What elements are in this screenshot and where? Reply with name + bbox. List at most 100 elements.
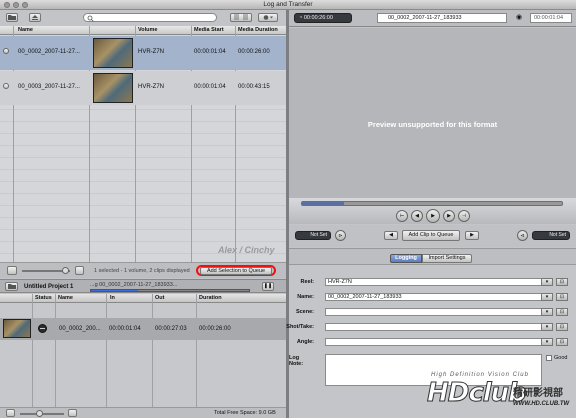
clip-menu-icon[interactable]: ◉ (516, 13, 527, 23)
close-window-button[interactable] (4, 2, 10, 8)
clip-name-field[interactable]: 00_0002_2007-11-27_183933 (377, 13, 507, 23)
mark-out-button[interactable]: ⊣ (458, 210, 470, 222)
clip-media-start: 00:00:01:04 (194, 84, 226, 90)
browser-footer: 1 selected - 1 volume, 2 clips displayed… (0, 262, 286, 278)
queue-column-name[interactable]: Name (58, 294, 73, 303)
column-name[interactable]: Name (18, 26, 33, 35)
window-controls[interactable] (4, 2, 28, 8)
eject-icon (32, 15, 38, 20)
clip-thumbnail (93, 73, 133, 103)
stamp-icon: ⊡ (559, 324, 565, 330)
play-button[interactable]: ▶ (426, 209, 440, 223)
scrubber-bar[interactable] (301, 201, 563, 206)
queue-list: Status Name In Out Duration 00_0002_200.… (0, 294, 286, 407)
clip-row[interactable]: 00_0003_2007-11-27... HVR-Z7N 00:00:01:0… (0, 71, 286, 105)
thumbnail-large-button[interactable] (75, 266, 84, 275)
clip-media-duration: 00:00:26:00 (238, 49, 270, 55)
minimize-window-button[interactable] (13, 2, 19, 8)
queue-thumb-small-button[interactable] (6, 409, 15, 417)
clip-row[interactable]: 00_0002_2007-11-27... HVR-Z7N 00:00:01:0… (0, 36, 286, 70)
timecode-field[interactable]: 00:00:01:04 (530, 13, 572, 23)
name-label: Name: (297, 294, 314, 300)
watermark-text: Alex / Cinchy (218, 245, 275, 255)
action-menu-button[interactable] (258, 13, 278, 22)
thumbnail-slider-knob[interactable] (62, 267, 69, 274)
duration-field[interactable]: ◔ 00:00:26:00 (294, 13, 352, 23)
queue-column-out[interactable]: Out (155, 294, 164, 303)
queue-footer: Total Free Space: 9.0 GB (0, 407, 286, 418)
angle-stamp-button[interactable]: ⊡ (556, 338, 568, 346)
column-media-start[interactable]: Media Start (194, 26, 224, 35)
watermark-chinese: 精研影視部 (513, 388, 563, 399)
folder-icon (7, 284, 16, 289)
watermark-url: WWW.HD.CLUB.TW (513, 401, 570, 407)
go-to-out-button[interactable]: ⊲ (517, 230, 528, 241)
queue-column-status[interactable]: Status (35, 294, 52, 303)
chevron-down-icon: ▾ (545, 339, 549, 345)
scene-menu-button[interactable]: ▾ (541, 308, 553, 316)
viewer-toolbar: ◔ 00:00:26:00 00_0002_2007-11-27_183933 … (289, 10, 576, 27)
next-clip-button[interactable]: ▶ (465, 231, 479, 240)
angle-label: Angle: (296, 339, 314, 345)
step-back-button[interactable]: ◀ (411, 210, 423, 222)
queue-column-duration[interactable]: Duration (199, 294, 222, 303)
preview-message: Preview unsupported for this format (367, 120, 498, 129)
thumbnail-size-button[interactable] (7, 266, 17, 275)
stamp-icon: ⊡ (559, 309, 565, 315)
folder-button[interactable] (6, 13, 18, 22)
queue-column-in[interactable]: In (110, 294, 115, 303)
scene-stamp-button[interactable]: ⊡ (556, 308, 568, 316)
transfer-progress-fill (91, 290, 139, 291)
good-checkbox[interactable] (546, 355, 552, 361)
name-stamp-button[interactable]: ⊡ (556, 293, 568, 301)
reel-field[interactable]: HVR-Z7N (325, 278, 549, 286)
scrubber-fill (302, 202, 344, 205)
mark-in-icon: ⊢ (399, 213, 405, 219)
out-point-field[interactable]: Not Set (532, 231, 570, 240)
angle-menu-button[interactable]: ▾ (541, 338, 553, 346)
arrow-right-icon: ▶ (470, 232, 474, 238)
folder-icon (8, 15, 16, 20)
add-selection-to-queue-button[interactable]: Add Selection to Queue (200, 267, 272, 275)
angle-field[interactable] (325, 338, 549, 346)
previous-clip-button[interactable]: ◀ (384, 231, 398, 240)
view-toggle-button[interactable] (230, 13, 252, 22)
column-media-duration[interactable]: Media Duration (238, 26, 278, 35)
shot-take-stamp-button[interactable]: ⊡ (556, 323, 568, 331)
queue-thumb-large-button[interactable] (68, 409, 77, 417)
queue-header: Untitled Project 1 ...g 00_0002_2007-11-… (0, 279, 286, 293)
in-point-field[interactable]: Not Set (295, 231, 331, 240)
shot-take-label: Shot/Take: (286, 324, 314, 330)
mark-in-button[interactable]: ⊢ (396, 210, 408, 222)
reel-menu-button[interactable]: ▾ (541, 278, 553, 286)
good-label: Good (554, 355, 568, 361)
name-menu-button[interactable]: ▾ (541, 293, 553, 301)
hdclub-watermark: High Definition Vision Club HDclub 精研影視部… (427, 372, 572, 418)
scene-field[interactable] (325, 308, 549, 316)
queue-slider-knob[interactable] (36, 410, 43, 417)
tab-import-settings[interactable]: Import Settings (422, 254, 472, 263)
go-to-in-button[interactable]: ⊳ (335, 230, 346, 241)
eject-button[interactable] (29, 13, 41, 22)
step-forward-button[interactable]: ▶ (443, 210, 455, 222)
transport-bar: ⊢ ◀ ▶ ▶ ⊣ (289, 198, 576, 224)
viewer-pane: ◔ 00:00:26:00 00_0002_2007-11-27_183933 … (286, 10, 576, 418)
name-field[interactable]: 00_0002_2007-11-27_183933 (325, 293, 549, 301)
search-field[interactable] (83, 13, 217, 22)
add-clip-to-queue-button[interactable]: Add Clip to Queue (402, 230, 460, 241)
project-name: Untitled Project 1 (24, 284, 74, 290)
reel-stamp-button[interactable]: ⊡ (556, 278, 568, 286)
queue-row[interactable]: 00_0002_200... 00:00:01:04 00:00:27:03 0… (0, 318, 286, 340)
tab-logging[interactable]: Logging (390, 254, 422, 263)
chevron-down-icon: ▾ (545, 279, 549, 285)
clip-select-radio[interactable] (3, 83, 9, 89)
clip-media-start: 00:00:01:04 (194, 49, 226, 55)
clip-select-radio[interactable] (3, 48, 9, 54)
shot-take-field[interactable] (325, 323, 549, 331)
zoom-window-button[interactable] (22, 2, 28, 8)
column-volume[interactable]: Volume (138, 26, 157, 35)
window-titlebar: Log and Transfer (0, 0, 576, 10)
shot-take-menu-button[interactable]: ▾ (541, 323, 553, 331)
pause-transfer-button[interactable]: ❚❚ (262, 282, 274, 291)
project-folder-button[interactable] (5, 282, 18, 291)
